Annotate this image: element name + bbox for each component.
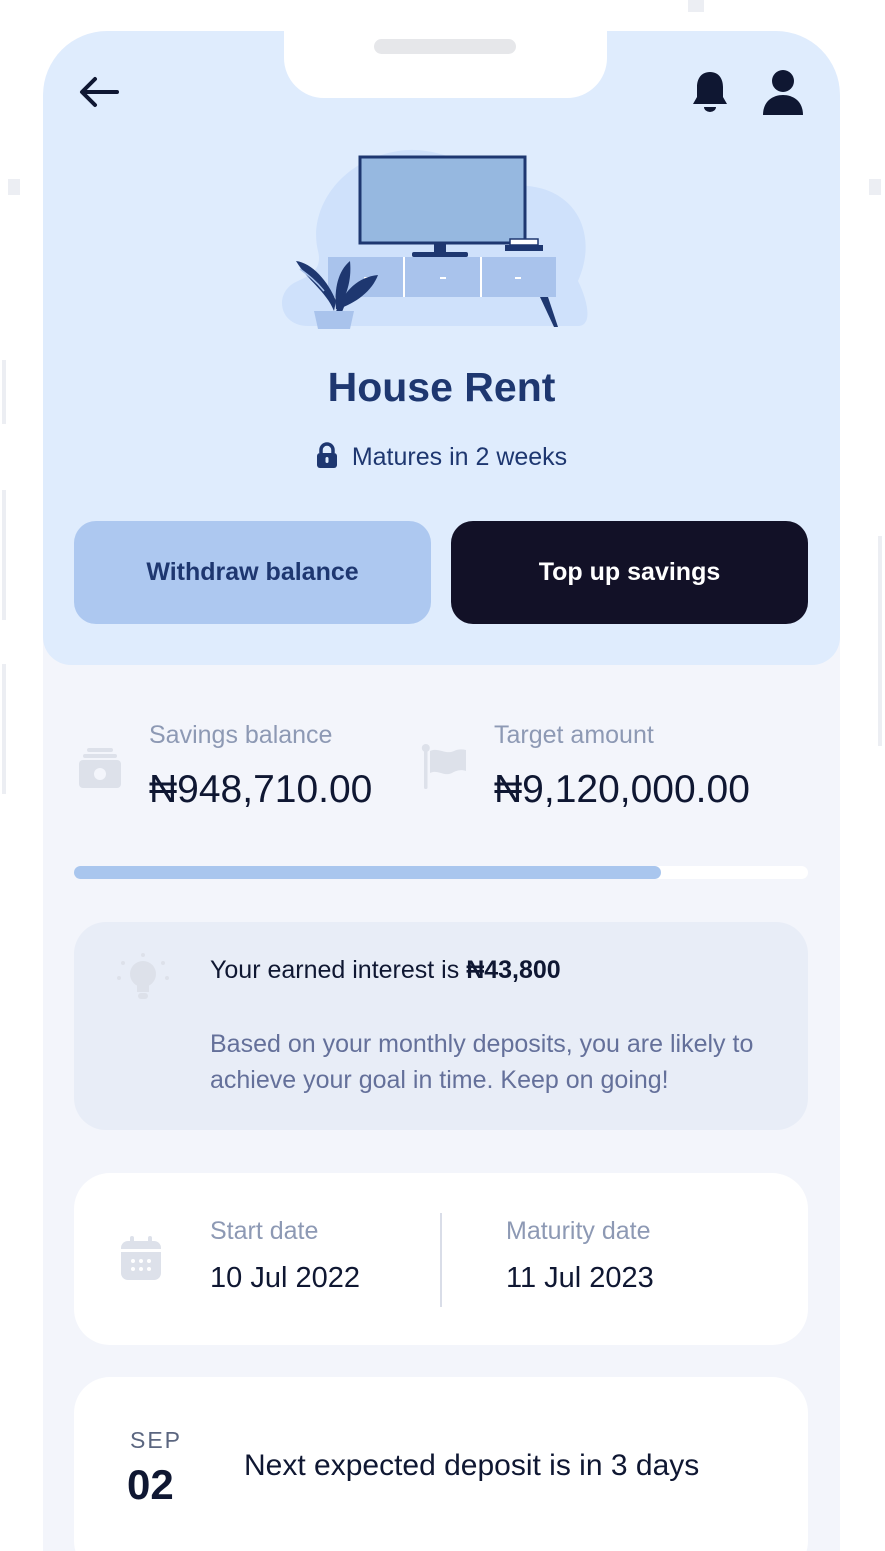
tv-stand-illustration [281, 149, 588, 329]
goal-title: House Rent [327, 364, 556, 410]
decor-mark [2, 360, 6, 424]
withdraw-balance-button[interactable]: Withdraw balance [74, 521, 431, 624]
earned-interest-prefix: Your earned interest is [210, 956, 467, 984]
decor-mark [2, 664, 6, 794]
cash-icon [79, 748, 121, 788]
goal-header: House Rent Matures in 2 weeks Withdraw b… [43, 31, 840, 665]
maturity-date-label: Maturity date [506, 1217, 651, 1245]
deposit-day: 02 [127, 1461, 174, 1508]
bell-icon[interactable] [691, 69, 729, 115]
target-amount-label: Target amount [494, 721, 654, 749]
top-up-savings-button[interactable]: Top up savings [451, 521, 808, 624]
maturity-status-text: Matures in 2 weeks [351, 443, 568, 471]
savings-balance-value: ₦948,710.00 [149, 768, 373, 811]
start-date-value: 10 Jul 2022 [210, 1262, 360, 1294]
next-deposit-text: Next expected deposit is in 3 days [244, 1449, 700, 1482]
interest-description: Based on your monthly deposits, you are … [210, 1030, 754, 1094]
dates-divider [440, 1213, 442, 1307]
decor-mark [688, 0, 704, 12]
earned-interest-amount: ₦43,800 [466, 956, 561, 984]
savings-balance-label: Savings balance [149, 721, 333, 749]
flag-icon [421, 744, 466, 789]
lock-icon [316, 442, 337, 468]
maturity-status: Matures in 2 weeks [43, 442, 840, 472]
deposit-month: SEP [130, 1427, 183, 1453]
maturity-date-value: 11 Jul 2023 [506, 1262, 654, 1294]
calendar-icon [121, 1236, 161, 1280]
phone-screen: House Rent Matures in 2 weeks Withdraw b… [43, 31, 840, 1551]
device-notch [284, 31, 607, 98]
interest-card: Your earned interest is ₦43,800 Based on… [74, 922, 808, 1130]
savings-progress-fill [74, 866, 662, 879]
arrow-left-icon[interactable] [77, 75, 121, 109]
target-amount-value: ₦9,120,000.00 [494, 768, 750, 811]
earned-interest-text: Your earned interest is ₦43,800 [210, 956, 561, 985]
dates-card: Start date 10 Jul 2022 Maturity date 11 … [74, 1173, 808, 1345]
lightbulb-icon [117, 953, 169, 999]
next-deposit-card[interactable]: SEP 02 Next expected deposit is in 3 day… [74, 1377, 808, 1551]
savings-progress-bar [74, 866, 808, 879]
user-icon[interactable] [761, 69, 805, 117]
start-date-label: Start date [210, 1217, 319, 1245]
decor-mark [878, 536, 882, 746]
decor-mark [8, 179, 20, 195]
decor-mark [2, 490, 6, 620]
decor-mark [869, 179, 881, 195]
device-speaker [374, 39, 516, 54]
